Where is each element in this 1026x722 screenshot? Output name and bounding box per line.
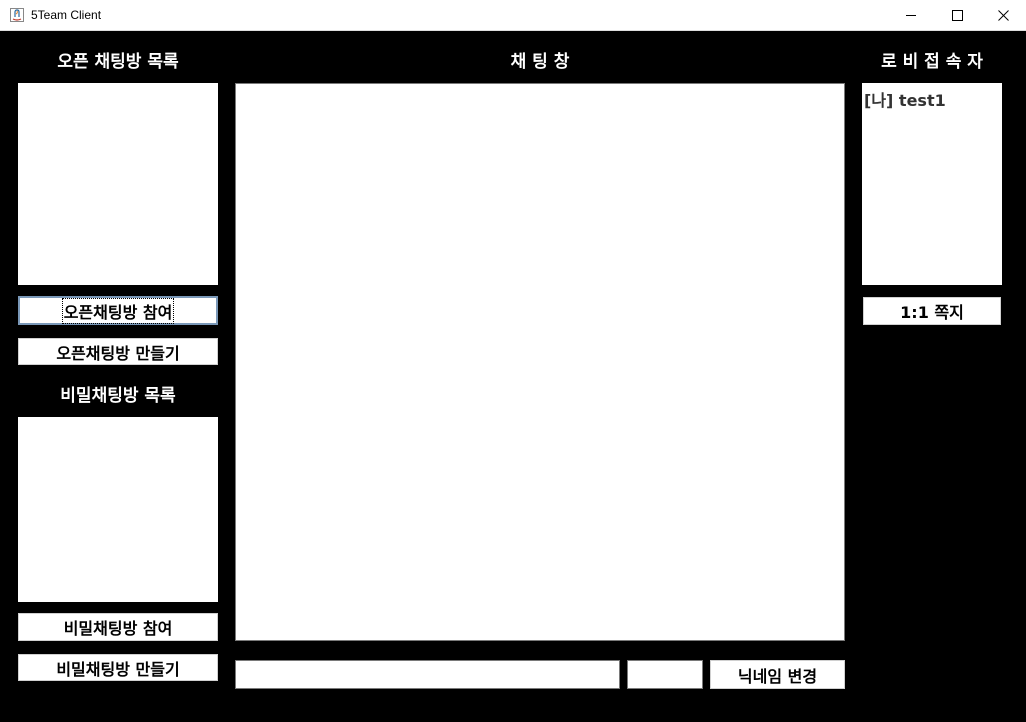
list-item[interactable]: [나] test1: [864, 87, 946, 111]
maximize-icon: [951, 10, 963, 21]
open-room-list[interactable]: [18, 83, 218, 285]
secret-room-list[interactable]: [18, 417, 218, 602]
create-secret-room-button[interactable]: 비밀채팅방 만들기: [18, 654, 218, 681]
change-nickname-button[interactable]: 닉네임 변경: [710, 660, 845, 689]
join-secret-room-button[interactable]: 비밀채팅방 참여: [18, 613, 218, 641]
nickname-input[interactable]: [627, 660, 703, 689]
chat-log-area[interactable]: [235, 83, 845, 641]
secret-room-list-heading: 비밀채팅방 목록: [60, 386, 176, 406]
window-title: 5Team Client: [31, 8, 102, 22]
close-icon: [997, 10, 1009, 21]
minimize-button[interactable]: [888, 0, 934, 31]
lobby-user-list[interactable]: [나] test1: [862, 83, 1002, 285]
chat-window-heading: 채 팅 창: [510, 52, 570, 72]
open-room-list-heading: 오픈 채팅방 목록: [57, 52, 179, 72]
message-input[interactable]: [235, 660, 620, 689]
direct-message-button[interactable]: 1:1 쪽지: [863, 297, 1001, 325]
lobby-users-heading: 로 비 접 속 자: [881, 52, 983, 72]
create-open-room-button[interactable]: 오픈채팅방 만들기: [18, 338, 218, 365]
close-button[interactable]: [980, 0, 1026, 31]
java-app-icon: [9, 7, 25, 23]
client-area: 오픈 채팅방 목록 오픈채팅방 참여 오픈채팅방 만들기 비밀채팅방 목록 비밀…: [1, 31, 1025, 721]
title-bar: 5Team Client: [0, 0, 1026, 31]
minimize-icon: [905, 15, 916, 16]
join-open-room-button[interactable]: 오픈채팅방 참여: [18, 296, 218, 325]
join-open-room-label: 오픈채팅방 참여: [61, 297, 175, 324]
maximize-button[interactable]: [934, 0, 980, 31]
